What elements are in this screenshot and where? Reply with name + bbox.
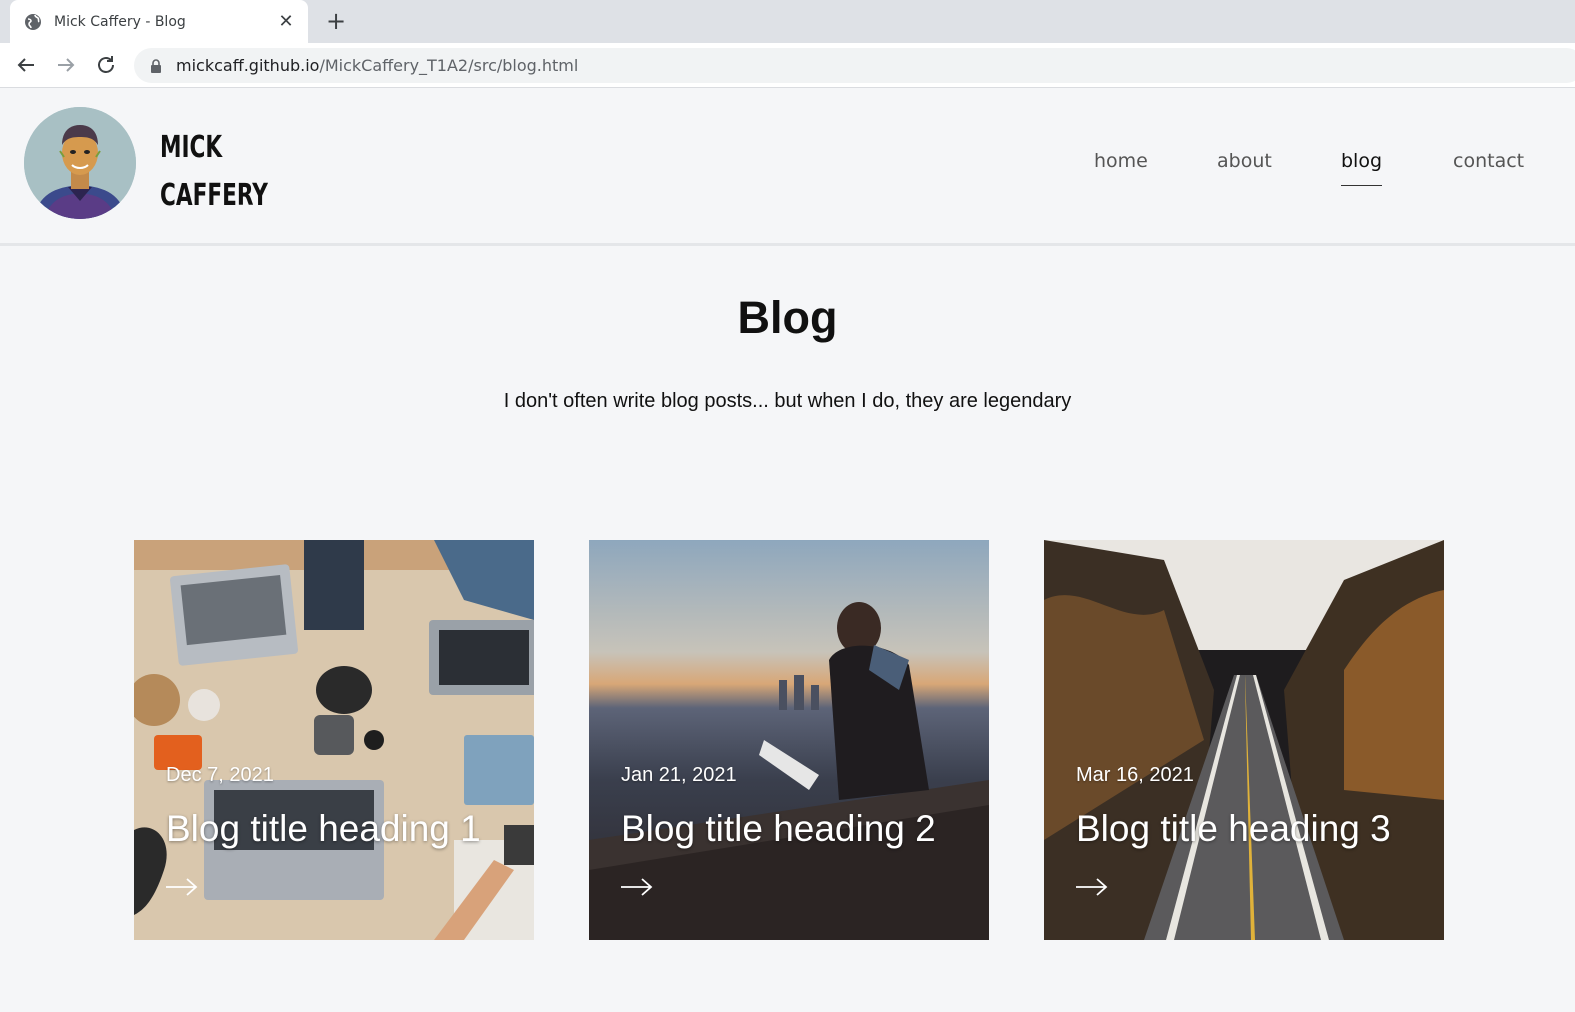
arrow-right-icon[interactable] [166,877,198,897]
url-path: /MickCaffery_T1A2/src/blog.html [319,56,579,75]
new-tab-button[interactable]: + [322,8,350,36]
page-subtitle: I don't often write blog posts... but wh… [503,390,1072,412]
nav-blog[interactable]: blog [1341,150,1383,186]
post-date: Mar 16, 2021 [1076,764,1194,786]
blog-card-3[interactable]: Mar 16, 2021 Blog title heading 3 [1044,540,1444,940]
lock-icon[interactable] [150,58,162,73]
url-text: mickcaff.github.io/MickCaffery_T1A2/src/… [176,56,578,75]
address-bar[interactable]: mickcaff.github.io/MickCaffery_T1A2/src/… [134,48,1575,83]
tab-title: Mick Caffery - Blog [54,13,186,30]
post-title[interactable]: Blog title heading 2 [621,808,936,850]
avatar [24,107,136,219]
post-title[interactable]: Blog title heading 3 [1076,808,1391,850]
site-logo-text[interactable]: MICK CAFFERY [160,124,268,220]
site-header: MICK CAFFERY home about blog contact [0,88,1575,246]
globe-icon [24,13,42,31]
post-date: Dec 7, 2021 [166,764,274,786]
logo-line-1: MICK [160,130,223,165]
post-title[interactable]: Blog title heading 1 [166,808,481,850]
blog-card-2[interactable]: Jan 21, 2021 Blog title heading 2 [589,540,989,940]
close-icon[interactable]: ✕ [276,11,296,32]
forward-arrow-icon[interactable] [54,53,78,77]
arrow-right-icon[interactable] [1076,877,1108,897]
nav-about[interactable]: about [1217,150,1272,172]
back-arrow-icon[interactable] [14,53,38,77]
blog-card-1[interactable]: Dec 7, 2021 Blog title heading 1 [134,540,534,940]
post-date: Jan 21, 2021 [621,764,737,786]
page-title: Blog [737,292,838,343]
logo-line-2: CAFFERY [160,178,268,213]
reload-icon[interactable] [94,53,118,77]
nav-home[interactable]: home [1094,150,1148,172]
browser-toolbar: mickcaff.github.io/MickCaffery_T1A2/src/… [0,43,1575,88]
browser-tabstrip: Mick Caffery - Blog ✕ + [0,0,1575,43]
nav-contact[interactable]: contact [1453,150,1524,172]
url-host: mickcaff.github.io [176,56,320,75]
arrow-right-icon[interactable] [621,877,653,897]
browser-tab-active[interactable]: Mick Caffery - Blog ✕ [10,0,308,43]
